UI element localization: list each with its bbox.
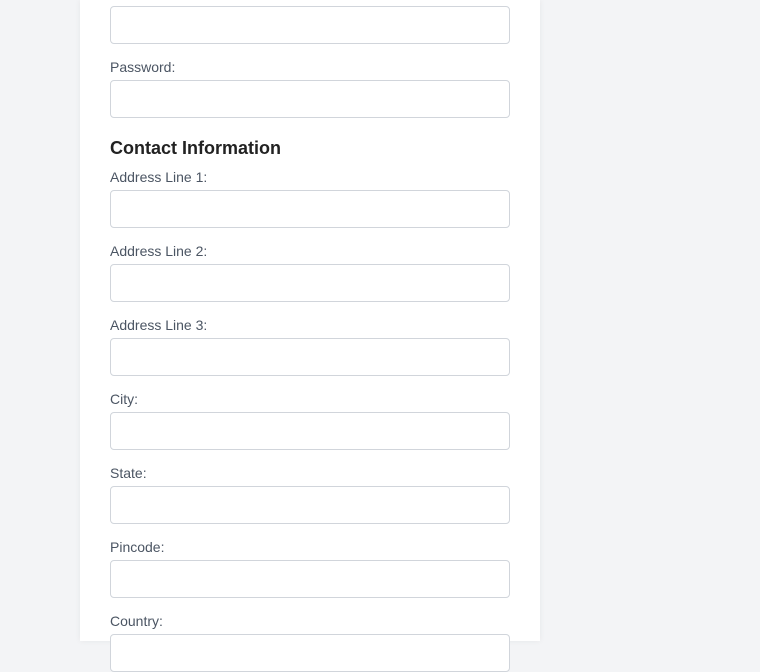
pincode-label: Pincode: [110,539,165,555]
pincode-input[interactable] [110,560,510,598]
country-input[interactable] [110,634,510,672]
address-line-2-label: Address Line 2: [110,243,208,259]
state-input[interactable] [110,486,510,524]
previous-field-input[interactable] [110,6,510,44]
city-label: City: [110,391,138,407]
address-line-3-label: Address Line 3: [110,317,208,333]
address-line-3-input[interactable] [110,338,510,376]
state-label: State: [110,465,147,481]
city-input[interactable] [110,412,510,450]
address-line-2-input[interactable] [110,264,510,302]
contact-section-title: Contact Information [110,138,281,158]
address-line-1-input[interactable] [110,190,510,228]
password-input[interactable] [110,80,510,118]
address-line-1-label: Address Line 1: [110,169,208,185]
password-label: Password: [110,59,176,75]
form-card: Password: Contact Information Address Li… [80,0,540,672]
country-label: Country: [110,613,163,629]
